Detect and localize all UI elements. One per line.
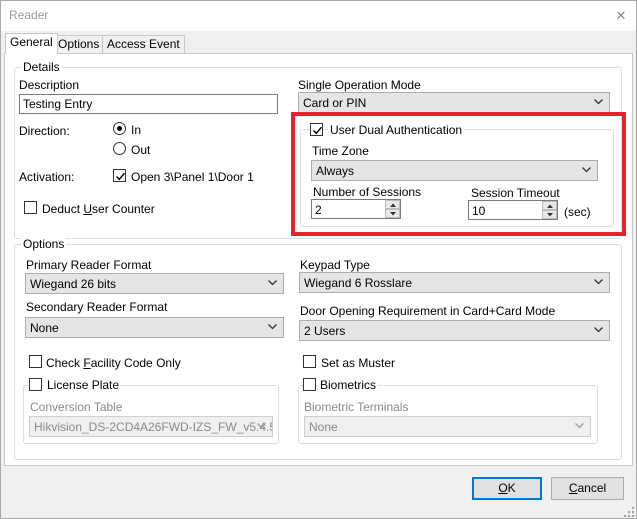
primary-reader-format-label: Primary Reader Format	[26, 258, 152, 272]
direction-in-label[interactable]: In	[131, 123, 141, 137]
user-dual-auth-label[interactable]: User Dual Authentication	[328, 123, 465, 137]
arrow-up-icon	[390, 203, 396, 207]
radio-dot-icon	[117, 126, 122, 131]
tab-access-event[interactable]: Access Event	[102, 35, 185, 53]
secondary-reader-format-select[interactable]: None	[25, 317, 284, 338]
biometrics-checkbox[interactable]	[303, 378, 316, 391]
door-opening-requirement-select[interactable]: 2 Users	[299, 320, 610, 341]
secondary-reader-format-label: Secondary Reader Format	[26, 300, 168, 314]
set-as-muster-label[interactable]: Set as Muster	[321, 356, 395, 370]
timeout-decrement-button[interactable]	[542, 210, 557, 219]
resize-grip-icon[interactable]	[623, 506, 635, 518]
deduct-user-counter-checkbox[interactable]	[24, 201, 37, 214]
activation-value[interactable]: Open 3\Panel 1\Door 1	[131, 170, 254, 184]
ok-button[interactable]: OK	[472, 477, 542, 500]
license-plate-label[interactable]: License Plate	[45, 378, 122, 392]
details-legend: Details	[21, 60, 62, 74]
number-of-sessions-label: Number of Sessions	[313, 185, 422, 199]
time-zone-label: Time Zone	[312, 144, 369, 158]
chevron-down-icon	[582, 167, 591, 173]
direction-in-radio[interactable]	[113, 122, 126, 135]
secondary-reader-format-value: None	[30, 321, 59, 335]
chevron-down-icon	[594, 99, 603, 105]
chevron-down-icon	[594, 327, 603, 333]
conversion-table-value: Hikvision_DS-2CD4A26FWD-IZS_FW_v5.4.5	[34, 420, 273, 434]
arrow-down-icon	[547, 213, 553, 217]
time-zone-value: Always	[316, 164, 355, 178]
license-plate-checkbox[interactable]	[29, 378, 42, 391]
biometrics-label[interactable]: Biometrics	[318, 378, 379, 392]
user-dual-auth-checkbox[interactable]	[310, 123, 323, 136]
door-opening-requirement-value: 2 Users	[304, 324, 346, 338]
keypad-type-select[interactable]: Wiegand 6 Rosslare	[299, 272, 610, 293]
activation-checkbox[interactable]	[113, 169, 126, 182]
description-label: Description	[19, 78, 80, 92]
tab-strip: General Options Access Event	[5, 33, 633, 54]
number-of-sessions-spinner[interactable]: 2	[311, 199, 401, 219]
sessions-increment-button[interactable]	[385, 200, 400, 209]
reader-dialog: Reader ✕ General Options Access Event De…	[0, 0, 637, 519]
sessions-decrement-button[interactable]	[385, 209, 400, 218]
chevron-down-icon	[594, 279, 603, 285]
door-opening-requirement-label: Door Opening Requirement in Card+Card Mo…	[300, 304, 556, 318]
chevron-down-icon	[268, 324, 277, 330]
tab-general[interactable]: General	[5, 33, 58, 54]
options-legend: Options	[21, 237, 67, 251]
primary-reader-format-select[interactable]: Wiegand 26 bits	[25, 273, 284, 294]
tab-options[interactable]: Options	[53, 35, 105, 53]
direction-out-label[interactable]: Out	[131, 143, 150, 157]
single-operation-mode-label: Single Operation Mode	[298, 78, 421, 92]
arrow-down-icon	[390, 212, 396, 216]
close-icon[interactable]: ✕	[612, 7, 630, 25]
keypad-type-value: Wiegand 6 Rosslare	[304, 276, 413, 290]
direction-label: Direction:	[19, 124, 70, 138]
checkmark-icon	[313, 126, 323, 135]
title-bar[interactable]: Reader ✕	[1, 1, 636, 31]
cancel-button[interactable]: Cancel	[551, 477, 624, 500]
session-timeout-spinner[interactable]: 10	[468, 200, 558, 220]
biometric-terminals-label: Biometric Terminals	[304, 400, 409, 414]
session-timeout-value: 10	[472, 204, 486, 218]
deduct-user-counter-label[interactable]: Deduct User Counter	[42, 202, 155, 216]
biometric-terminals-value: None	[309, 420, 338, 434]
conversion-table-select[interactable]: Hikvision_DS-2CD4A26FWD-IZS_FW_v5.4.5	[29, 416, 273, 437]
primary-reader-format-value: Wiegand 26 bits	[30, 277, 117, 291]
timeout-increment-button[interactable]	[542, 201, 557, 210]
session-timeout-unit: (sec)	[564, 205, 591, 219]
set-as-muster-checkbox[interactable]	[303, 355, 316, 368]
single-operation-mode-select[interactable]: Card or PIN	[298, 92, 610, 113]
checkmark-icon	[116, 172, 126, 181]
chevron-down-icon	[268, 280, 277, 286]
tab-page-general: Details Description Direction: In Out Ac…	[4, 53, 633, 466]
single-operation-mode-value: Card or PIN	[303, 96, 367, 110]
time-zone-select[interactable]: Always	[311, 160, 598, 181]
chevron-down-icon	[257, 423, 266, 429]
check-facility-code-label[interactable]: Check Facility Code Only	[46, 356, 181, 370]
session-timeout-label: Session Timeout	[471, 186, 560, 200]
activation-label: Activation:	[19, 170, 75, 184]
check-facility-code-checkbox[interactable]	[29, 355, 42, 368]
keypad-type-label: Keypad Type	[300, 258, 370, 272]
chevron-down-icon	[575, 423, 584, 429]
arrow-up-icon	[547, 204, 553, 208]
conversion-table-label: Conversion Table	[30, 400, 123, 414]
biometric-terminals-select[interactable]: None	[304, 416, 591, 437]
window-title: Reader	[9, 8, 49, 22]
direction-out-radio[interactable]	[113, 142, 126, 155]
number-of-sessions-value: 2	[315, 203, 322, 217]
description-input[interactable]	[19, 94, 278, 114]
